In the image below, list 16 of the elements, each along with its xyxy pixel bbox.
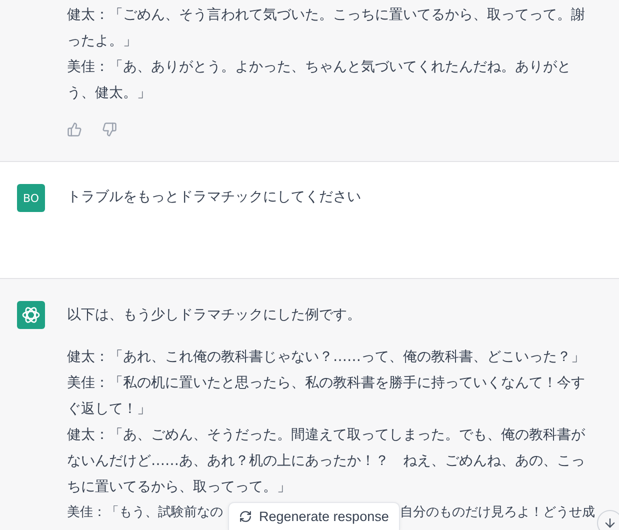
message-text: トラブルをもっとドラマチックにしてください bbox=[67, 188, 362, 207]
message-text: 健太：「あれ、これ俺の教科書じゃない？……って、俺の教科書、どこいった？」 bbox=[67, 348, 586, 367]
regenerate-button[interactable]: Regenerate response bbox=[228, 502, 400, 530]
knot-icon bbox=[21, 305, 41, 325]
thumbs-up-icon[interactable] bbox=[67, 122, 82, 137]
message-text: 美佳：「私の机に置いたと思ったら、私の教科書を勝手に持っていくなんて！今すぐ返して！」 bbox=[67, 374, 586, 419]
message-text: 健太：「ごめん、そう言われて気づいた。こっちに置いてるから、取ってって。謝ったよ。」 bbox=[67, 6, 586, 51]
message-text: 美佳：「あ、ありがとう。よかった、ちゃんと気づいてくれたんだね。ありがとう、健太。」 bbox=[67, 58, 572, 103]
thumbs-down-icon[interactable] bbox=[102, 122, 117, 137]
message-text: 自分のものだけ見ろよ！どうせ成 bbox=[400, 504, 595, 522]
message-text: 以下は、もう少しドラマチックにした例です。 bbox=[67, 306, 362, 325]
message-text: 美佳：「もう、試験前なの bbox=[67, 504, 223, 522]
user-avatar: BO bbox=[17, 184, 45, 212]
refresh-icon bbox=[239, 510, 252, 523]
arrow-down-icon bbox=[603, 516, 617, 530]
message-text: 健太：「あ、ごめん、そうだった。間違えて取ってしまった。でも、俺の教科書がないんだけど……あ、あれ？机の上にあったか！？ ねえ、ごめんね、あの、こっちに置いてるから、取ってって。」 bbox=[67, 426, 586, 497]
